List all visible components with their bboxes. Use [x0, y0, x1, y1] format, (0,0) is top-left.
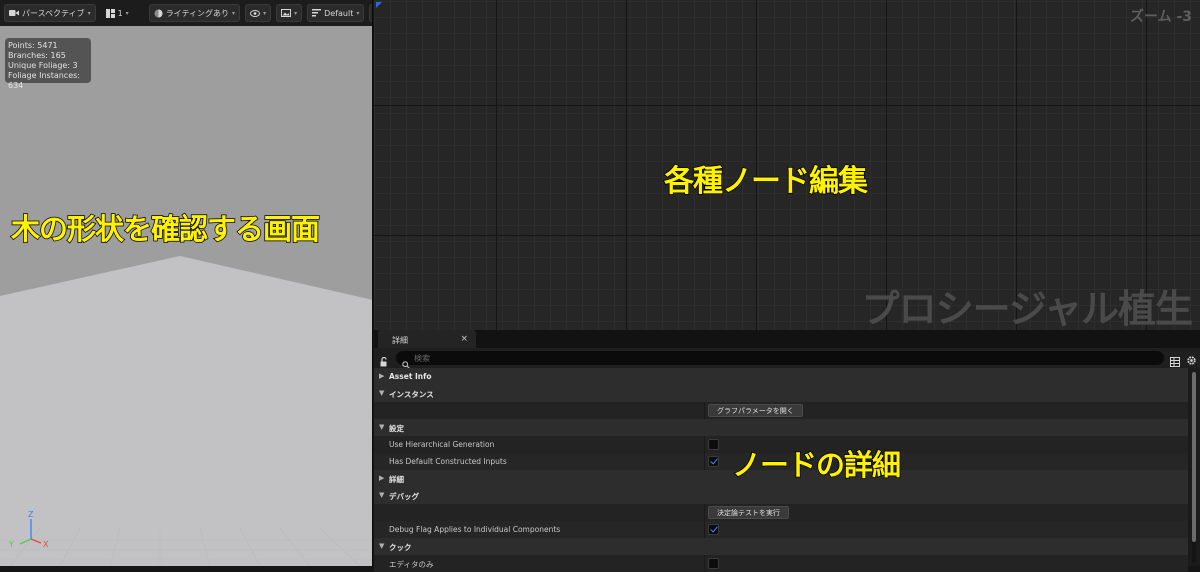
chevron-down-icon: ▾	[232, 9, 236, 17]
preset-label: Default	[324, 8, 354, 18]
property-row: Debug Flag Applies to Individual Compone…	[374, 521, 1188, 538]
section-settings[interactable]: ▼ 設定	[374, 419, 1188, 436]
camera-icon	[9, 9, 19, 17]
section-cook[interactable]: ▼ クック	[374, 538, 1188, 555]
graph-corner-marker	[376, 2, 382, 8]
scrollbar-thumb[interactable]	[1192, 372, 1196, 542]
search-box	[396, 351, 1164, 369]
collapse-arrow-icon: ▼	[379, 542, 385, 550]
section-debug[interactable]: ▼ デバッグ	[374, 487, 1188, 504]
property-row: グラフパラメータを開く	[374, 402, 1188, 419]
details-annotation: ノードの詳細	[731, 447, 902, 483]
section-label: 詳細	[389, 475, 404, 484]
use-hierarchical-generation-checkbox[interactable]	[708, 439, 719, 450]
show-dropdown[interactable]: ▾	[245, 4, 272, 22]
section-label: Asset Info	[389, 372, 432, 381]
section-label: インスタンス	[389, 390, 434, 399]
debug-flag-checkbox[interactable]	[708, 524, 719, 535]
chevron-down-icon: ▾	[263, 9, 267, 17]
lighting-dropdown[interactable]: ライティングあり ▾	[148, 4, 241, 22]
section-label: デバッグ	[389, 492, 419, 501]
property-label: Debug Flag Applies to Individual Compone…	[389, 525, 561, 534]
chevron-down-icon: ▾	[125, 9, 129, 17]
lighting-sphere-icon	[154, 9, 163, 18]
view-count-dropdown[interactable]: 1 ▾	[101, 4, 134, 22]
chevron-down-icon: ▾	[356, 9, 360, 17]
details-scrollbar[interactable]	[1192, 372, 1196, 562]
section-instance[interactable]: ▼ インスタンス	[374, 385, 1188, 402]
stats-overlay: Points: 5471 Branches: 165 Unique Foliag…	[5, 38, 91, 90]
axis-y-label: Y	[8, 540, 14, 549]
run-determinism-test-button[interactable]: 決定論テストを実行	[708, 506, 789, 519]
graph-annotation: 各種ノード編集	[663, 163, 869, 200]
details-search-row	[374, 348, 1200, 369]
perspective-label: パースペクティブ	[22, 8, 85, 18]
stat-unique-foliage: Unique Foliage: 3	[8, 61, 78, 70]
section-label: クック	[389, 543, 412, 552]
search-input[interactable]	[414, 351, 1114, 365]
axis-gizmo: Z Y X	[8, 510, 49, 549]
image-icon	[281, 9, 292, 17]
editor-only-checkbox[interactable]	[708, 558, 719, 569]
collapse-arrow-icon: ▼	[379, 423, 385, 431]
tab-details-label: 詳細	[392, 336, 408, 345]
expand-arrow-icon: ▶	[379, 372, 385, 380]
property-label: エディタのみ	[389, 560, 434, 569]
viewport-annotation: 木の形状を確認する画面	[10, 211, 321, 247]
open-graph-params-button[interactable]: グラフパラメータを開く	[708, 404, 803, 417]
lighting-label: ライティングあり	[165, 8, 230, 18]
details-panel: 詳細 × ▶ Asset Info ▼ インスタンス グラフパラメータを開く	[374, 330, 1200, 572]
axis-x-label: X	[43, 540, 49, 549]
collapse-arrow-icon: ▼	[379, 389, 385, 397]
close-icon[interactable]: ×	[460, 334, 468, 344]
view-count-label: 1	[117, 8, 123, 18]
level-viewport[interactable]: パースペクティブ ▾ 1 ▾ ライティングあり ▾ ▾ ▾ Default ▾ …	[0, 0, 373, 566]
stat-points: Points: 5471	[8, 41, 58, 50]
eye-icon	[250, 9, 261, 17]
stat-branches: Branches: 165	[8, 51, 66, 60]
preset-dropdown[interactable]: Default ▾	[307, 4, 365, 22]
section-label: 設定	[389, 424, 404, 433]
layout-icon	[105, 8, 115, 18]
axis-z-label: Z	[28, 510, 34, 519]
stat-foliage-instances: Foliage Instances: 634	[8, 71, 80, 90]
node-graph-canvas[interactable]: ズーム -3 各種ノード編集 プロシージャル植生	[374, 0, 1200, 330]
viewport-settings-dropdown[interactable]: ▾	[369, 4, 372, 22]
perspective-dropdown[interactable]: パースペクティブ ▾	[4, 4, 96, 22]
property-label: Use Hierarchical Generation	[389, 440, 495, 449]
details-tab-bar: 詳細 ×	[374, 330, 1200, 348]
chevron-down-icon: ▾	[87, 9, 91, 17]
zoom-level: ズーム -3	[1129, 9, 1192, 25]
section-asset-info[interactable]: ▶ Asset Info	[374, 368, 1188, 385]
property-row: エディタのみ	[374, 555, 1188, 572]
graph-watermark: プロシージャル植生	[861, 287, 1193, 330]
viewport-toolbar: パースペクティブ ▾ 1 ▾ ライティングあり ▾ ▾ ▾ Default ▾	[0, 0, 372, 26]
tab-details[interactable]: 詳細 ×	[378, 330, 476, 348]
property-row: 決定論テストを実行	[374, 504, 1188, 521]
preset-icon	[312, 9, 322, 17]
collapse-arrow-icon: ▼	[379, 491, 385, 499]
screenshot-dropdown[interactable]: ▾	[276, 4, 303, 22]
property-label: Has Default Constructed Inputs	[389, 457, 507, 466]
has-default-constructed-inputs-checkbox[interactable]	[708, 456, 719, 467]
chevron-down-icon: ▾	[294, 9, 298, 17]
expand-arrow-icon: ▶	[379, 474, 385, 482]
